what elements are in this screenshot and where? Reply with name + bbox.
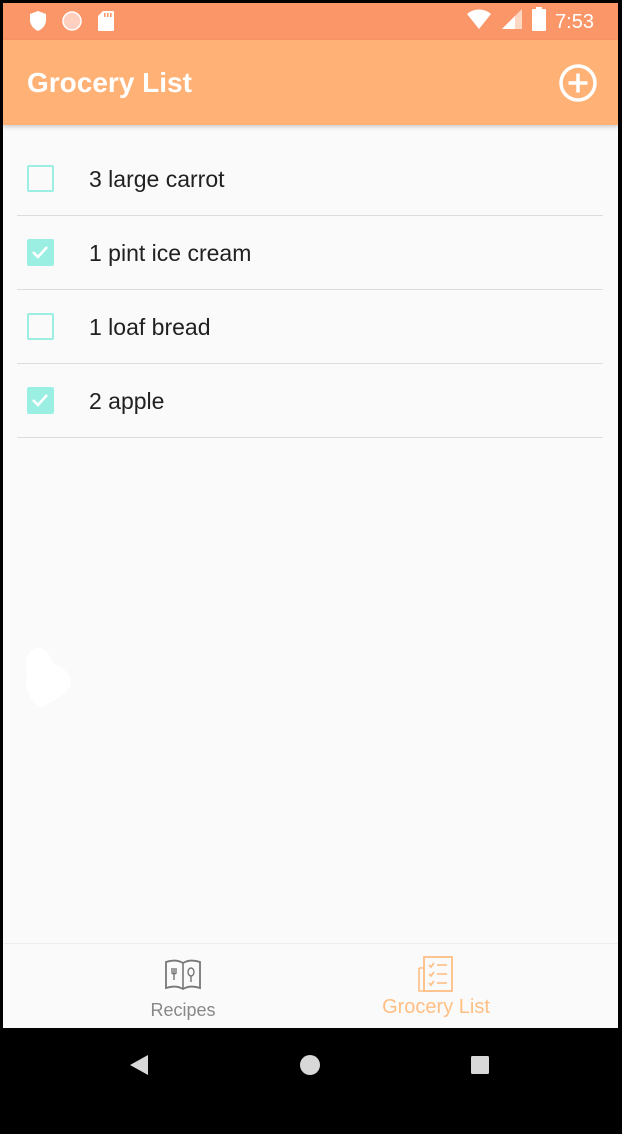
item-label: 3 large carrot — [89, 166, 225, 192]
circle-icon — [61, 10, 83, 37]
nav-item-recipes[interactable]: Recipes — [83, 944, 283, 1028]
item-checkbox[interactable] — [27, 313, 54, 340]
system-navigation-bar — [0, 1028, 622, 1134]
status-right-icons: 7:53 — [466, 7, 594, 37]
bottom-navigation: Recipes Grocery List — [3, 943, 618, 1028]
status-left-icons — [29, 10, 115, 37]
check-icon — [32, 394, 48, 407]
battery-icon — [532, 7, 547, 37]
recents-icon — [471, 1056, 489, 1074]
phone-screen: 7:53 Grocery List 3 large carrot 1 pint … — [0, 0, 622, 1134]
nav-label-recipes: Recipes — [150, 1000, 216, 1020]
checklist-icon — [418, 956, 453, 992]
item-checkbox-checked[interactable] — [27, 239, 54, 266]
nav-item-grocery-list[interactable]: Grocery List — [336, 944, 536, 1028]
item-checkbox[interactable] — [27, 165, 54, 192]
back-icon — [130, 1055, 148, 1075]
shield-icon — [29, 10, 47, 37]
item-label: 1 pint ice cream — [89, 240, 252, 266]
sd-card-icon — [97, 10, 115, 37]
touch-ripple-artifact — [21, 643, 77, 716]
item-checkbox-checked[interactable] — [27, 387, 54, 414]
app-bar: Grocery List — [3, 40, 618, 125]
back-button[interactable] — [128, 1053, 150, 1082]
page-title: Grocery List — [27, 67, 192, 98]
add-circle-icon — [559, 64, 597, 102]
add-item-button[interactable] — [558, 63, 598, 103]
recents-button[interactable] — [470, 1055, 490, 1080]
status-bar: 7:53 — [3, 3, 618, 40]
grocery-list-item[interactable]: 1 loaf bread — [17, 290, 603, 364]
signal-icon — [501, 8, 523, 36]
home-icon — [300, 1055, 320, 1075]
grocery-list: 3 large carrot 1 pint ice cream 1 loaf b… — [17, 142, 603, 438]
home-button[interactable] — [299, 1054, 321, 1081]
check-icon — [32, 246, 48, 259]
recipe-book-icon — [165, 959, 201, 991]
item-label: 2 apple — [89, 388, 165, 414]
grocery-list-item[interactable]: 3 large carrot — [17, 142, 603, 216]
wifi-icon — [466, 8, 492, 36]
grocery-list-item[interactable]: 2 apple — [17, 364, 603, 438]
grocery-list-item[interactable]: 1 pint ice cream — [17, 216, 603, 290]
app-frame: 7:53 Grocery List 3 large carrot 1 pint … — [3, 3, 618, 1028]
item-label: 1 loaf bread — [89, 314, 211, 340]
nav-label-grocery-list: Grocery List — [382, 996, 490, 1018]
status-time: 7:53 — [555, 11, 594, 33]
